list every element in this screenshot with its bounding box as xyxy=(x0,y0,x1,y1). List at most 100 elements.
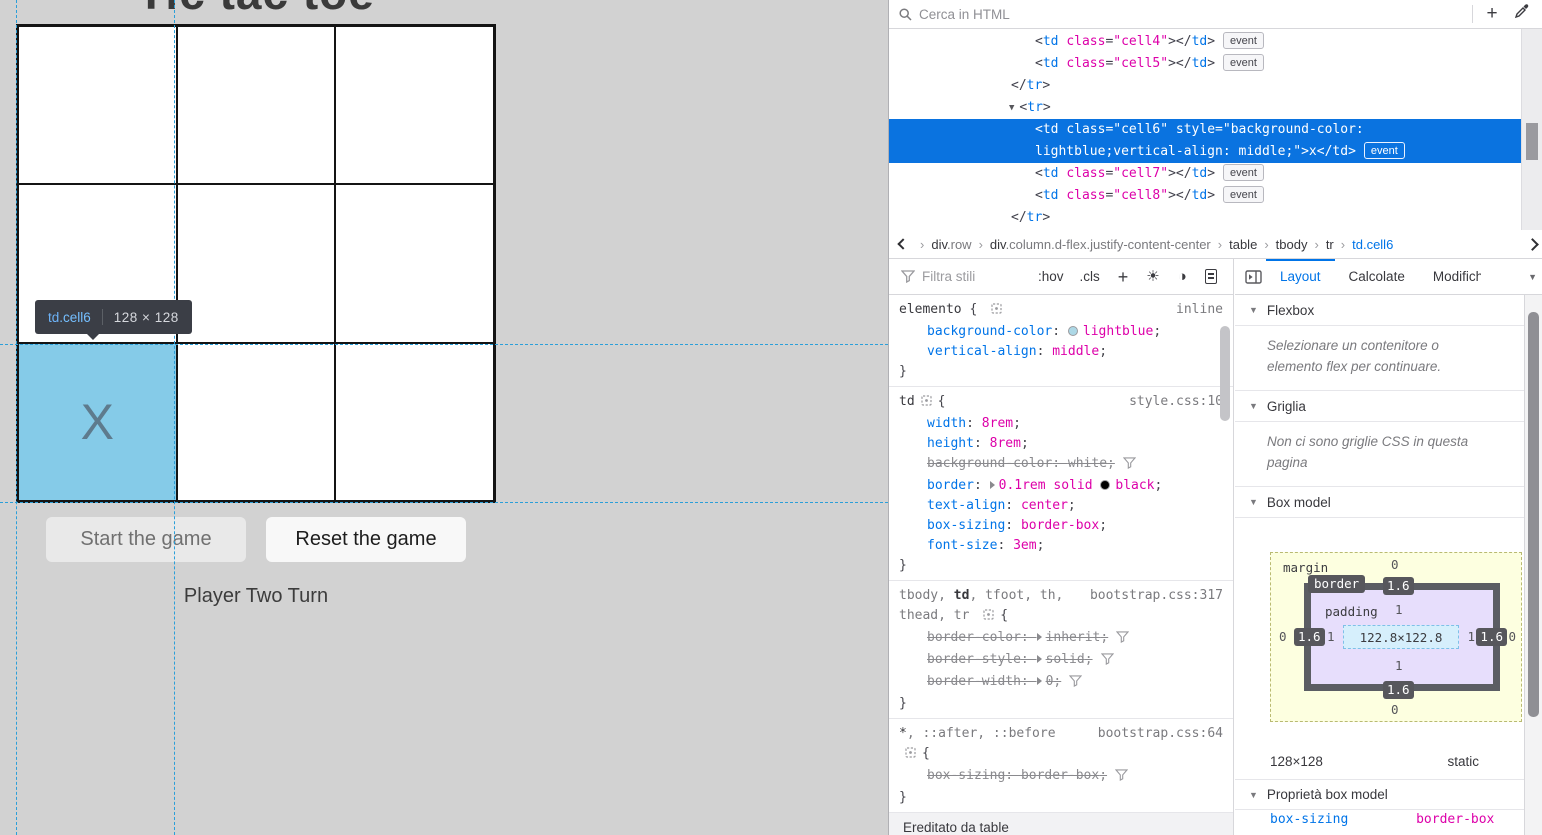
border-left-value[interactable]: 1.6 xyxy=(1294,628,1325,646)
margin-bottom-value[interactable]: 0 xyxy=(1391,701,1399,719)
breadcrumb-forward-icon[interactable] xyxy=(1526,238,1539,251)
selector-highlighter-icon[interactable] xyxy=(920,394,933,414)
padding-left-value[interactable]: 1 xyxy=(1327,628,1335,646)
markup-line[interactable]: ▼<tr> xyxy=(889,97,1522,119)
dark-scheme-icon[interactable]: ◑ xyxy=(1178,269,1187,284)
css-declaration[interactable]: text-align: center; xyxy=(899,496,1223,516)
markup-line[interactable]: <td class="cell7"></td>event xyxy=(889,163,1522,185)
reset-game-button[interactable]: Reset the game xyxy=(266,517,466,562)
overridden-filter-icon[interactable] xyxy=(1115,768,1128,788)
markup-selected-row[interactable]: <td class="cell6" style="background-colo… xyxy=(889,119,1522,163)
event-badge[interactable]: event xyxy=(1223,164,1264,181)
css-declaration[interactable]: width: 8rem; xyxy=(899,414,1223,434)
overridden-filter-icon[interactable] xyxy=(1101,652,1114,672)
margin-left-value[interactable]: 0 xyxy=(1279,628,1287,646)
expand-computed-icon[interactable] xyxy=(1037,677,1042,685)
css-declaration[interactable]: background-color: lightblue; xyxy=(899,322,1223,342)
color-swatch[interactable] xyxy=(1100,480,1110,490)
layout-scrollbar[interactable] xyxy=(1524,295,1542,835)
expand-computed-icon[interactable] xyxy=(1037,655,1042,663)
board-cell[interactable]: X xyxy=(18,343,177,501)
border-bottom-value[interactable]: 1.6 xyxy=(1383,681,1414,699)
flexbox-section-header[interactable]: ▼ Flexbox xyxy=(1235,295,1525,326)
padding-top-value[interactable]: 1 xyxy=(1395,601,1403,619)
stylesheet-link[interactable]: style.css:10 xyxy=(1129,392,1223,412)
overridden-filter-icon[interactable] xyxy=(1123,456,1136,476)
print-media-icon[interactable] xyxy=(1205,269,1217,284)
selector-highlighter-icon[interactable] xyxy=(904,746,917,766)
markup-line[interactable]: </tr> xyxy=(889,75,1522,97)
border-top-value[interactable]: 1.6 xyxy=(1383,577,1414,595)
breadcrumb-back-icon[interactable] xyxy=(897,238,908,249)
breadcrumb-item[interactable]: div.column.d-flex.justify-content-center xyxy=(990,237,1211,252)
stylesheet-link[interactable]: bootstrap.css:64 xyxy=(1098,724,1223,744)
eyedropper-icon[interactable] xyxy=(1507,0,1537,28)
css-declaration[interactable]: box-sizing: border-box; xyxy=(899,766,1223,788)
html-search-input[interactable] xyxy=(919,7,1468,22)
scrollbar-thumb[interactable] xyxy=(1526,123,1538,160)
color-swatch[interactable] xyxy=(1068,326,1078,336)
markup-line[interactable]: <td class="cell5"></td>event xyxy=(889,53,1522,75)
selector-highlighter-icon[interactable] xyxy=(982,608,995,628)
selector-highlighter-icon[interactable] xyxy=(990,302,1003,322)
tab-layout[interactable]: Layout xyxy=(1266,259,1335,295)
css-declaration[interactable]: height: 8rem; xyxy=(899,434,1223,454)
add-rule-button[interactable]: + xyxy=(1118,268,1129,286)
board-cell[interactable] xyxy=(18,26,177,184)
markup-line[interactable]: <td class="cell8"></td>event xyxy=(889,185,1522,207)
markup-line[interactable]: </tr> xyxy=(889,207,1522,229)
expand-arrow-icon[interactable]: ▼ xyxy=(1009,97,1014,119)
content-size-value[interactable]: 122.8×122.8 xyxy=(1343,625,1459,649)
stylesheet-link[interactable]: bootstrap.css:317 xyxy=(1090,586,1223,606)
overridden-filter-icon[interactable] xyxy=(1116,630,1129,650)
expand-computed-icon[interactable] xyxy=(1037,633,1042,641)
boxmodel-properties-header[interactable]: ▼ Proprietà box model xyxy=(1235,779,1525,810)
rules-scrollbar[interactable] xyxy=(1220,326,1230,421)
css-declaration[interactable]: vertical-align: middle; xyxy=(899,342,1223,362)
markup-scrollbar[interactable] xyxy=(1521,29,1542,230)
breadcrumb-item[interactable]: tbody xyxy=(1276,237,1308,252)
breadcrumb-item[interactable]: div.row xyxy=(931,237,971,252)
start-game-button[interactable]: Start the game xyxy=(46,517,246,562)
board-cell[interactable] xyxy=(335,184,494,342)
board-cell[interactable] xyxy=(335,26,494,184)
scrollbar-thumb[interactable] xyxy=(1528,312,1539,717)
expand-panel-icon[interactable] xyxy=(1245,270,1262,284)
grid-section-header[interactable]: ▼ Griglia xyxy=(1235,391,1525,422)
breadcrumb-item[interactable]: td.cell6 xyxy=(1352,237,1393,252)
board-cell[interactable] xyxy=(177,26,336,184)
css-declaration[interactable]: background-color: white; xyxy=(899,454,1223,476)
markup-line[interactable]: <td class="cell4"></td>event xyxy=(889,31,1522,53)
margin-top-value[interactable]: 0 xyxy=(1391,556,1399,574)
board-cell[interactable] xyxy=(335,343,494,501)
css-declaration[interactable]: border-color: inherit; xyxy=(899,628,1223,650)
light-scheme-icon[interactable]: ☀ xyxy=(1146,269,1159,284)
tabs-overflow-icon[interactable]: ▼ xyxy=(1528,272,1537,282)
tab-computed[interactable]: Calcolate xyxy=(1335,259,1419,295)
event-badge[interactable]: event xyxy=(1223,32,1264,49)
css-declaration[interactable]: border-width: 0; xyxy=(899,672,1223,694)
board-cell[interactable] xyxy=(177,343,336,501)
margin-right-value[interactable]: 0 xyxy=(1508,628,1516,646)
board-cell[interactable] xyxy=(177,184,336,342)
padding-bottom-value[interactable]: 1 xyxy=(1395,657,1403,675)
toggle-classes-button[interactable]: .cls xyxy=(1080,269,1100,284)
breadcrumb-item[interactable]: tr xyxy=(1326,237,1334,252)
event-badge[interactable]: event xyxy=(1223,186,1264,203)
css-declaration[interactable]: border-style: solid; xyxy=(899,650,1223,672)
border-right-value[interactable]: 1.6 xyxy=(1476,628,1507,646)
overridden-filter-icon[interactable] xyxy=(1069,674,1082,694)
event-badge[interactable]: event xyxy=(1364,142,1405,159)
css-declaration[interactable]: border: 0.1rem solid black; xyxy=(899,476,1223,496)
boxmodel-section-header[interactable]: ▼ Box model xyxy=(1235,487,1525,518)
css-declaration[interactable]: font-size: 3em; xyxy=(899,536,1223,556)
stylesheet-link[interactable]: inline xyxy=(1176,300,1223,320)
event-badge[interactable]: event xyxy=(1223,54,1264,71)
padding-right-value[interactable]: 1 xyxy=(1467,628,1475,646)
breadcrumb-item[interactable]: table xyxy=(1229,237,1257,252)
css-declaration[interactable]: box-sizing: border-box; xyxy=(899,516,1223,536)
expand-computed-icon[interactable] xyxy=(990,481,995,489)
boxmodel-property-row[interactable]: box-sizing border-box xyxy=(1235,810,1525,830)
toggle-pseudo-classes-button[interactable]: :hov xyxy=(1038,269,1064,284)
tab-changes[interactable]: Modifich xyxy=(1419,259,1481,295)
